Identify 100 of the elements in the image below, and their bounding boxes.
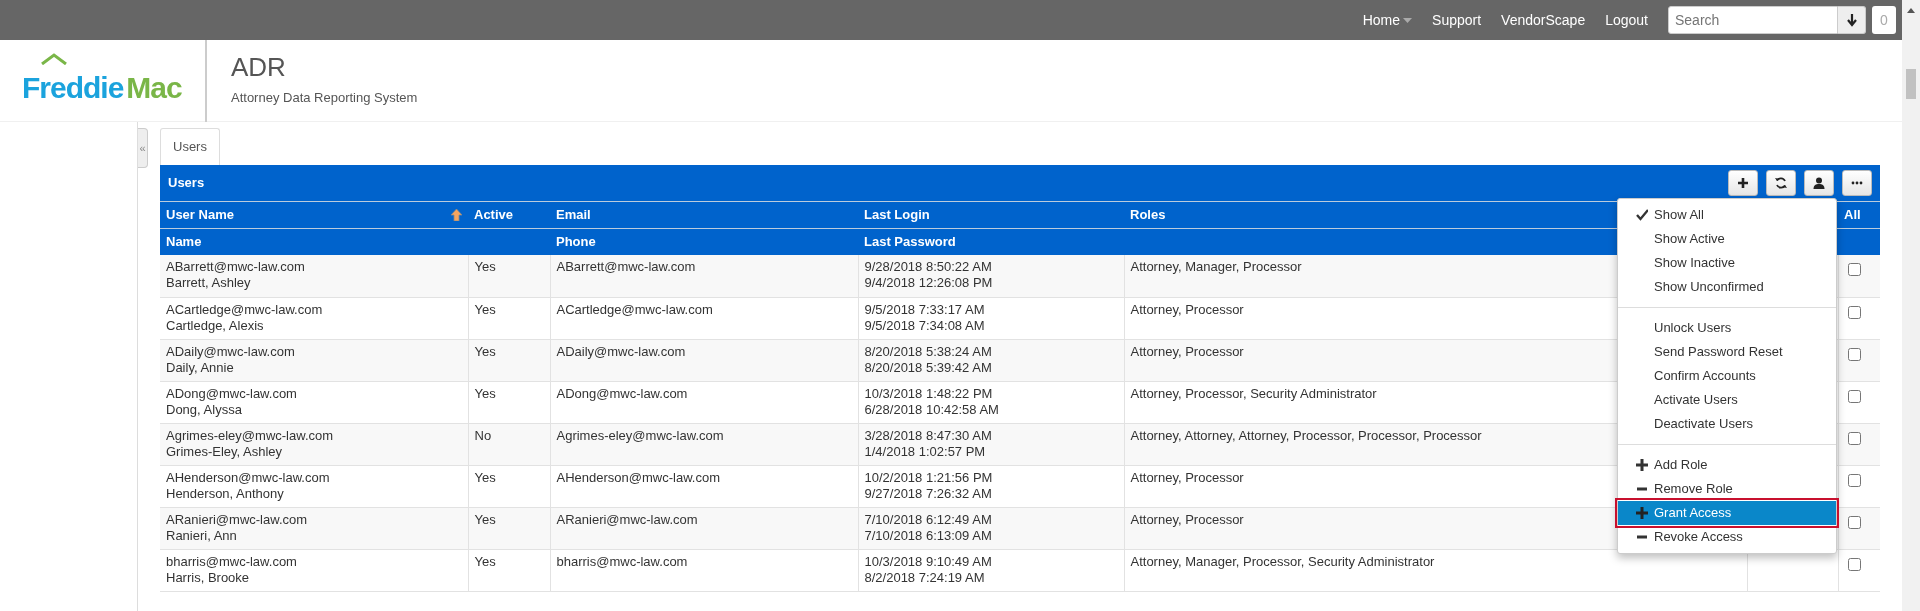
row-checkbox[interactable] xyxy=(1847,305,1861,319)
column-header[interactable]: Name xyxy=(166,234,202,249)
last-password: 9/5/2018 7:34:08 AM xyxy=(864,317,985,334)
row-checkbox[interactable] xyxy=(1847,347,1861,361)
column-header[interactable]: Active xyxy=(474,204,514,225)
user-name: ADong@mwc-law.com xyxy=(166,385,297,402)
user-icon xyxy=(1812,175,1826,190)
logo-word: Mac xyxy=(126,69,182,106)
nav-link[interactable]: Support xyxy=(1432,9,1482,31)
roles: Attorney, Processor, Security Administrator xyxy=(1130,385,1377,402)
column-header[interactable]: Email xyxy=(556,204,591,225)
menu-item[interactable]: Send Password Reset xyxy=(1618,339,1836,364)
add-button[interactable] xyxy=(1728,169,1758,196)
up-arrow-icon[interactable] xyxy=(1906,6,1916,14)
active-status: Yes xyxy=(474,259,496,275)
user-name: ADaily@mwc-law.com xyxy=(166,343,295,360)
panel-title: Users xyxy=(168,173,205,192)
last-password: 9/4/2018 12:26:08 PM xyxy=(864,275,993,291)
search-field[interactable]: Search xyxy=(1668,6,1838,34)
menu-item[interactable]: Deactivate Users xyxy=(1618,411,1836,436)
last-login: 3/28/2018 8:47:30 AM xyxy=(864,427,992,444)
column-header[interactable]: Phone xyxy=(556,234,596,249)
roof-icon xyxy=(40,52,68,65)
active-status: Yes xyxy=(474,343,496,360)
scrollbar-thumb[interactable] xyxy=(1906,69,1916,99)
email: ADong@mwc-law.com xyxy=(556,385,688,402)
plus-icon xyxy=(1636,458,1648,471)
row-checkbox[interactable] xyxy=(1847,515,1861,529)
active-status: Yes xyxy=(474,511,496,528)
row-checkbox[interactable] xyxy=(1847,389,1861,403)
email: ABarrett@mwc-law.com xyxy=(556,259,696,275)
last-password: 9/27/2018 7:26:32 AM xyxy=(864,485,992,502)
menu-item[interactable]: Show Inactive xyxy=(1618,250,1836,275)
roles: Attorney, Manager, Processor, Security Administrator xyxy=(1130,553,1435,570)
active-status: No xyxy=(474,427,492,444)
refresh-button[interactable] xyxy=(1766,169,1796,196)
row-checkbox[interactable] xyxy=(1847,473,1861,487)
app-subtitle: Attorney Data Reporting System xyxy=(231,88,418,107)
down-arrow-icon xyxy=(1845,13,1858,27)
sort-arrow-icon[interactable] xyxy=(451,208,462,221)
last-login: 10/2/2018 1:21:56 PM xyxy=(864,469,993,486)
last-login: 7/10/2018 6:12:49 AM xyxy=(864,511,992,528)
row-checkbox[interactable] xyxy=(1847,557,1861,571)
column-header[interactable]: Last Password xyxy=(864,234,956,249)
last-login: 10/3/2018 1:48:22 PM xyxy=(864,385,993,402)
column-header[interactable]: User Name xyxy=(166,204,234,225)
scrollbar[interactable] xyxy=(1902,0,1920,611)
nav-link[interactable]: Logout xyxy=(1605,9,1648,31)
column-header[interactable]: Roles xyxy=(1130,204,1166,225)
roles: Attorney, Processor xyxy=(1130,511,1244,528)
full-name: Dong, Alyssa xyxy=(166,401,242,418)
menu-item[interactable]: Add Role xyxy=(1618,452,1836,477)
app-title: ADR xyxy=(231,53,287,80)
download-button[interactable] xyxy=(1838,6,1866,34)
email: ADaily@mwc-law.com xyxy=(556,343,686,360)
last-password: 8/20/2018 5:39:42 AM xyxy=(864,359,992,376)
email: ARanieri@mwc-law.com xyxy=(556,511,698,528)
email: AHenderson@mwc-law.com xyxy=(556,469,720,486)
last-login: 10/3/2018 9:10:49 AM xyxy=(864,553,992,570)
menu-item[interactable]: Remove Role xyxy=(1618,476,1836,501)
refresh-icon xyxy=(1774,175,1788,190)
menu-item[interactable]: Activate Users xyxy=(1618,387,1836,412)
email: Agrimes-eley@mwc-law.com xyxy=(556,427,724,444)
menu-item[interactable]: Confirm Accounts xyxy=(1618,363,1836,388)
email: bharris@mwc-law.com xyxy=(556,553,688,570)
active-status: Yes xyxy=(474,385,496,402)
menu-item[interactable]: Show Unconfirmed xyxy=(1618,274,1836,299)
nav-link[interactable]: Home xyxy=(1362,9,1413,31)
roles: Attorney, Processor xyxy=(1130,343,1244,360)
last-login: 8/20/2018 5:38:24 AM xyxy=(864,343,992,360)
collapse-handle[interactable]: « xyxy=(138,128,148,168)
menu-item[interactable]: Unlock Users xyxy=(1618,315,1836,340)
last-password: 7/10/2018 6:13:09 AM xyxy=(864,527,992,544)
user-button[interactable] xyxy=(1804,169,1834,196)
column-header[interactable]: All xyxy=(1844,204,1861,225)
full-name: Cartledge, Alexis xyxy=(166,317,264,334)
user-name: Agrimes-eley@mwc-law.com xyxy=(166,427,334,444)
menu-item[interactable]: Show All xyxy=(1618,202,1836,227)
user-name: AHenderson@mwc-law.com xyxy=(166,469,330,486)
full-name: Ranieri, Ann xyxy=(166,527,237,544)
tab[interactable]: Users xyxy=(160,128,220,165)
full-name: Harris, Brooke xyxy=(166,569,250,586)
nav-link[interactable]: VendorScape xyxy=(1501,9,1586,31)
user-name: ARanieri@mwc-law.com xyxy=(166,511,308,528)
menu-item[interactable]: Show Active xyxy=(1618,226,1836,251)
row-checkbox[interactable] xyxy=(1847,263,1861,276)
roles: Attorney, Manager, Processor xyxy=(1130,259,1302,275)
row-checkbox[interactable] xyxy=(1847,431,1861,445)
last-login: 9/5/2018 7:33:17 AM xyxy=(864,301,985,318)
menu-item[interactable]: Grant Access xyxy=(1618,500,1836,525)
menu-item[interactable]: Revoke Access xyxy=(1618,524,1836,549)
plus-icon xyxy=(1736,175,1750,190)
user-name: bharris@mwc-law.com xyxy=(166,553,297,570)
active-status: Yes xyxy=(474,553,496,570)
full-name: Grimes-Eley, Ashley xyxy=(166,443,283,460)
more-button[interactable] xyxy=(1842,169,1872,196)
user-name: ABarrett@mwc-law.com xyxy=(166,259,305,275)
roles: Attorney, Processor xyxy=(1130,469,1244,486)
column-header[interactable]: Last Login xyxy=(864,204,930,225)
active-status: Yes xyxy=(474,469,496,486)
